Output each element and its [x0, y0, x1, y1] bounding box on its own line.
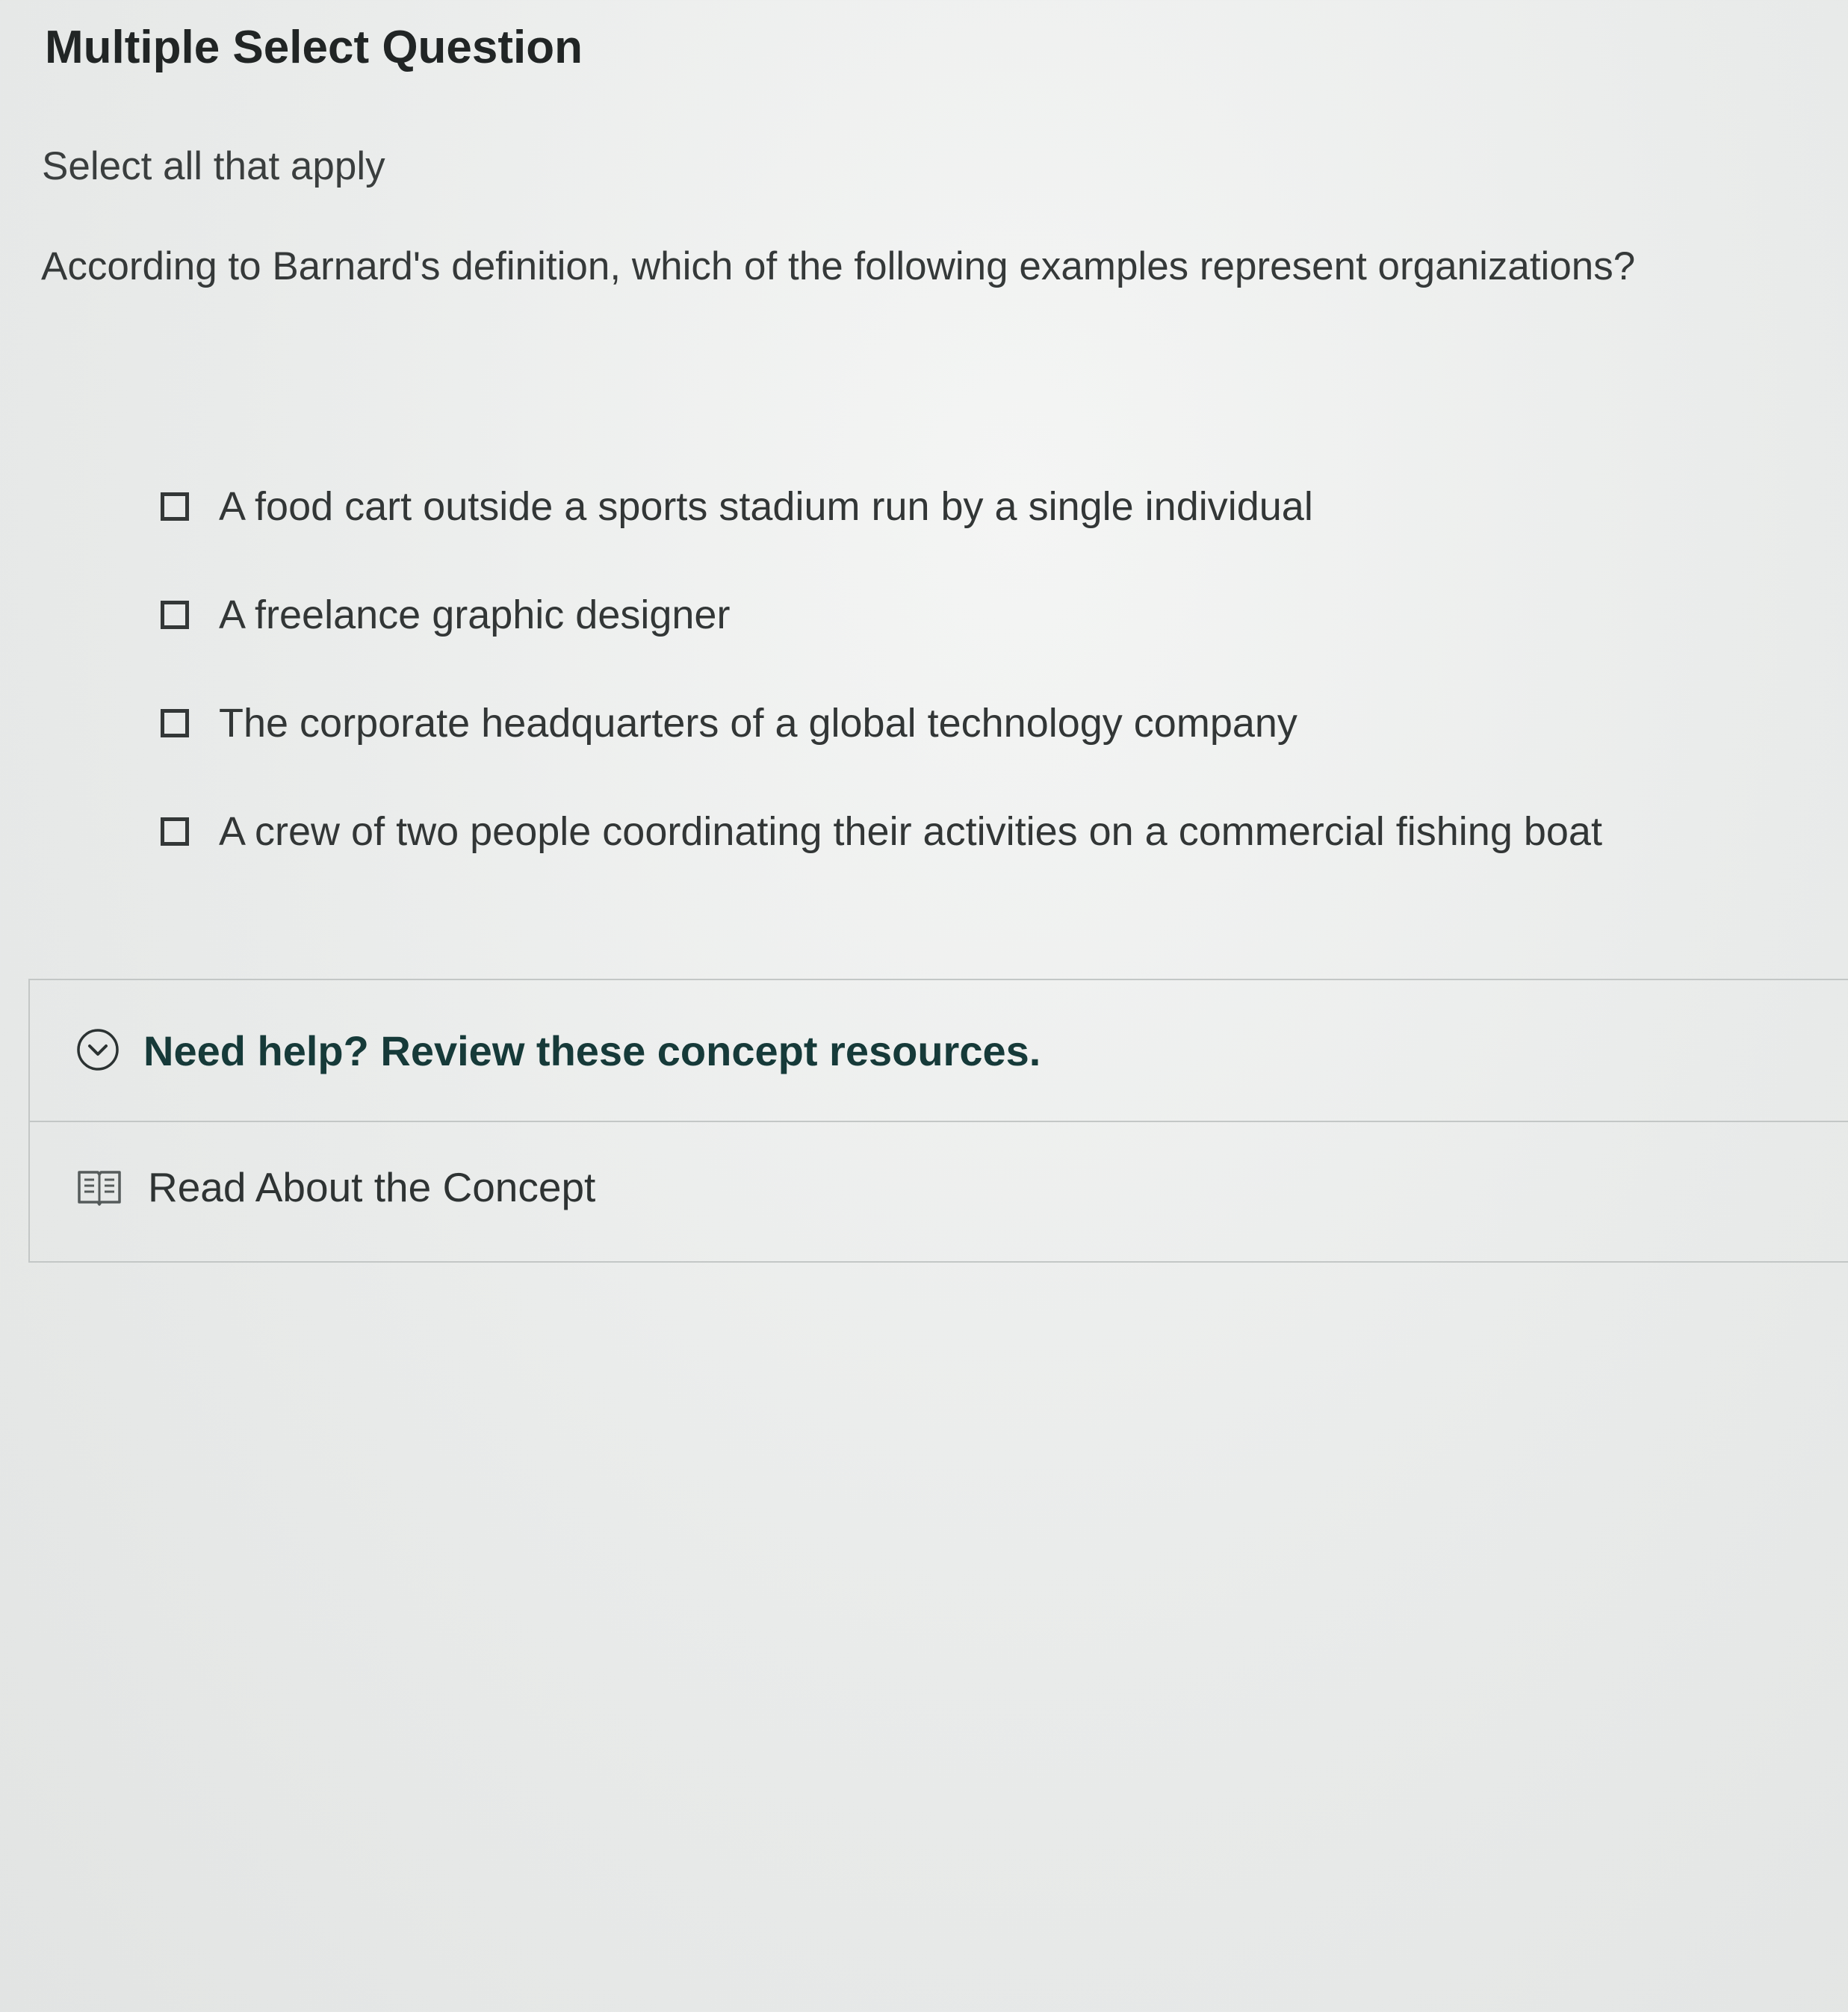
option-checkbox[interactable] — [161, 708, 189, 737]
option-checkbox[interactable] — [161, 817, 189, 846]
question-instruction: Select all that apply — [42, 144, 385, 188]
option-checkbox[interactable] — [161, 492, 189, 521]
answer-option[interactable]: A crew of two people coordinating their … — [161, 777, 1804, 885]
option-label[interactable]: A crew of two people coordinating their … — [219, 808, 1602, 855]
option-checkbox[interactable] — [161, 600, 189, 629]
option-label[interactable]: A food cart outside a sports stadium run… — [219, 483, 1313, 530]
option-label[interactable]: The corporate headquarters of a global t… — [219, 700, 1297, 746]
answer-option[interactable]: The corporate headquarters of a global t… — [161, 669, 1804, 777]
question-prompt: According to Barnard's definition, which… — [41, 244, 1636, 288]
resource-label[interactable]: Read About the Concept — [148, 1163, 595, 1211]
question-page: Multiple Select Question Select all that… — [0, 0, 1848, 2012]
chevron-down-icon[interactable] — [76, 1028, 120, 1071]
help-resources-toggle[interactable]: Need help? Review these concept resource… — [30, 980, 1848, 1122]
help-resources-panel: Need help? Review these concept resource… — [28, 979, 1848, 1263]
help-title[interactable]: Need help? Review these concept resource… — [143, 1027, 1041, 1075]
question-type-title: Multiple Select Question — [45, 22, 583, 73]
book-icon — [78, 1171, 121, 1206]
read-about-concept-link[interactable]: Read About the Concept — [76, 1163, 595, 1211]
answer-option[interactable]: A freelance graphic designer — [161, 560, 1804, 669]
option-label[interactable]: A freelance graphic designer — [219, 592, 730, 638]
answer-options: A food cart outside a sports stadium run… — [161, 452, 1804, 885]
answer-option[interactable]: A food cart outside a sports stadium run… — [161, 452, 1804, 560]
